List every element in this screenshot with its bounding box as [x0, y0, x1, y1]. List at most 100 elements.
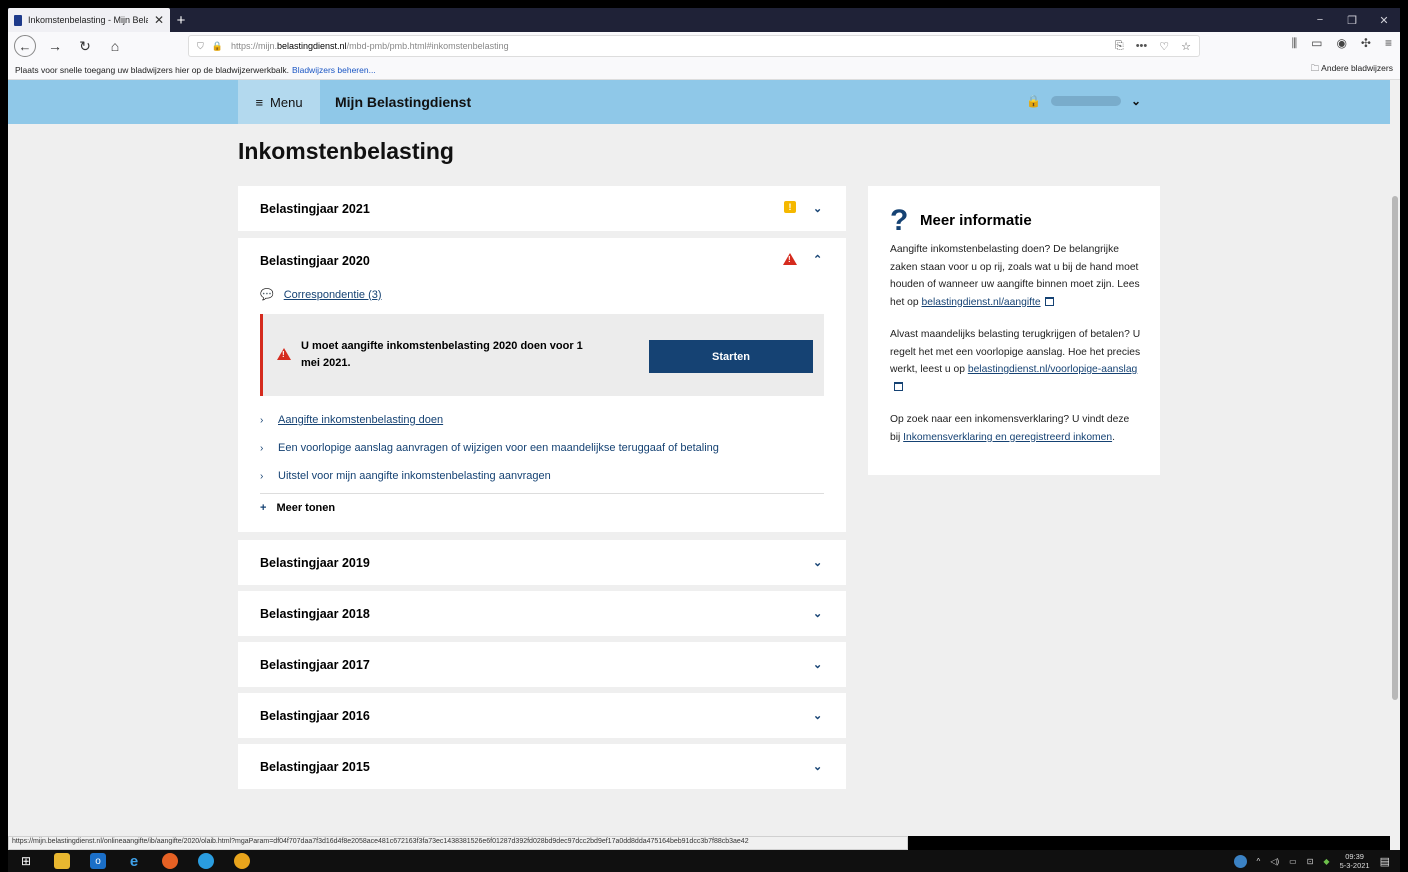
page-title: Inkomstenbelasting: [238, 138, 454, 164]
page-scrollbar[interactable]: [1390, 80, 1400, 850]
new-tab-button[interactable]: +: [170, 8, 192, 32]
tab-close-icon[interactable]: ✕: [154, 13, 164, 27]
edge-icon[interactable]: [198, 853, 214, 869]
network-icon[interactable]: ⊡: [1307, 857, 1314, 866]
menu-icon: ≡: [255, 94, 264, 110]
user-menu[interactable]: 🔒 ⌄: [1026, 94, 1141, 108]
chevron-up-icon[interactable]: ^: [1257, 857, 1261, 866]
year-label: Belastingjaar 2016: [260, 709, 370, 723]
year-label: Belastingjaar 2015: [260, 760, 370, 774]
action-links: › Aangifte inkomstenbelasting doen › Een…: [260, 406, 824, 490]
windows-taskbar: ⊞ o e ^ ◁) ▭ ⊡ ◆ 09:39 5-3-2021 ▤: [8, 850, 1400, 872]
edge-legacy-icon[interactable]: e: [126, 853, 142, 870]
aangifte-link[interactable]: Aangifte inkomstenbelasting doen: [278, 414, 443, 426]
chat-icon: 💬: [260, 289, 274, 301]
alert-box: ! U moet aangifte inkomstenbelasting 202…: [260, 314, 824, 396]
app-tray-icon[interactable]: ◆: [1323, 857, 1329, 866]
chevron-right-icon: ›: [260, 442, 264, 454]
toolbar-right: ⫼ ▭ ◉ ✣ ≡: [1292, 36, 1392, 51]
list-item: › Aangifte inkomstenbelasting doen: [260, 406, 824, 434]
list-item: › Uitstel voor mijn aangifte inkomstenbe…: [260, 462, 824, 490]
close-window-button[interactable]: ✕: [1368, 8, 1400, 32]
correspondence-row: 💬 Correspondentie (3): [260, 288, 382, 302]
maximize-button[interactable]: ❐: [1336, 8, 1368, 32]
show-more-label: Meer tonen: [276, 502, 336, 514]
address-bar[interactable]: ⛉ 🔒 https://mijn.belastingdienst.nl/mbd-…: [188, 35, 1200, 57]
show-more-button[interactable]: + Meer tonen: [260, 493, 824, 514]
bookmarks-bar: Plaats voor snelle toegang uw bladwijzer…: [8, 60, 1400, 80]
chevron-down-icon[interactable]: ⌄: [813, 607, 822, 620]
correspondence-link[interactable]: Correspondentie (3): [284, 289, 382, 301]
menu-button[interactable]: ≡ Menu: [238, 80, 320, 124]
help-icon[interactable]: [1233, 854, 1247, 868]
user-name-redacted: [1050, 96, 1121, 106]
outlook-icon[interactable]: o: [90, 853, 106, 869]
inkomensverklaring-link[interactable]: Inkomensverklaring en geregistreerd inko…: [903, 432, 1112, 443]
home-button[interactable]: ⌂: [104, 35, 126, 57]
uitstel-link[interactable]: Uitstel voor mijn aangifte inkomstenbela…: [278, 470, 551, 482]
tab-title: Inkomstenbelasting - Mijn Bela: [28, 15, 148, 25]
plus-icon: +: [260, 502, 267, 514]
year-card-2015[interactable]: Belastingjaar 2015 ⌄: [238, 744, 846, 789]
battery-icon[interactable]: ▭: [1289, 857, 1297, 866]
sidebar-icon[interactable]: ▭: [1311, 36, 1322, 51]
library-icon[interactable]: ⫼: [1292, 36, 1298, 51]
alert-message: U moet aangifte inkomstenbelasting 2020 …: [301, 340, 583, 369]
back-button[interactable]: ←: [14, 35, 36, 57]
bookmark-star-icon[interactable]: ☆: [1181, 40, 1191, 53]
hamburger-menu-icon[interactable]: ≡: [1385, 36, 1392, 51]
pocket-icon[interactable]: ♡: [1159, 40, 1169, 53]
year-card-2018[interactable]: Belastingjaar 2018 ⌄: [238, 591, 846, 636]
voorlopige-aanslag-link[interactable]: Een voorlopige aanslag aanvragen of wijz…: [278, 442, 719, 454]
reload-button[interactable]: ↻: [74, 35, 96, 57]
year-card-2021[interactable]: Belastingjaar 2021 ! ⌄: [238, 186, 846, 231]
lock-icon: 🔒: [211, 40, 223, 51]
chevron-down-icon[interactable]: ⌄: [813, 760, 822, 773]
volume-icon[interactable]: ◁): [1270, 857, 1279, 866]
system-tray: ^ ◁) ▭ ⊡ ◆ 09:39 5-3-2021 ▤: [1233, 852, 1390, 870]
browser-tab-bar: Inkomstenbelasting - Mijn Bela ✕ + − ❐ ✕: [8, 8, 1400, 32]
year-label: Belastingjaar 2019: [260, 556, 370, 570]
chevron-down-icon[interactable]: ⌄: [813, 202, 822, 215]
lock-icon: 🔒: [1026, 94, 1041, 108]
chevron-right-icon: ›: [260, 414, 264, 426]
start-button[interactable]: Starten: [649, 340, 813, 373]
page-actions-icon[interactable]: •••: [1136, 40, 1148, 53]
window-controls: − ❐ ✕: [1304, 8, 1400, 32]
year-card-2019[interactable]: Belastingjaar 2019 ⌄: [238, 540, 846, 585]
site-brand[interactable]: Mijn Belastingdienst: [335, 94, 471, 110]
firefox-icon[interactable]: [162, 853, 178, 869]
chrome-icon[interactable]: [234, 853, 250, 869]
list-item: › Een voorlopige aanslag aanvragen of wi…: [260, 434, 824, 462]
file-explorer-icon[interactable]: [54, 853, 70, 869]
manage-bookmarks-link[interactable]: Bladwijzers beheren...: [292, 65, 376, 75]
clock[interactable]: 09:39 5-3-2021: [1340, 852, 1370, 870]
aangifte-info-link[interactable]: belastingdienst.nl/aangifte: [922, 297, 1041, 308]
forward-button[interactable]: →: [44, 35, 66, 57]
shield-icon: ⛉: [197, 40, 204, 51]
minimize-button[interactable]: −: [1304, 8, 1336, 32]
page-content: ≡ Menu Mijn Belastingdienst 🔒 ⌄ Inkomste…: [8, 80, 1390, 836]
chevron-down-icon[interactable]: ⌄: [813, 556, 822, 569]
browser-tab[interactable]: Inkomstenbelasting - Mijn Bela ✕: [8, 8, 170, 32]
notifications-icon[interactable]: ▤: [1380, 855, 1390, 868]
voorlopige-aanslag-info-link[interactable]: belastingdienst.nl/voorlopige-aanslag: [968, 364, 1137, 375]
chevron-down-icon[interactable]: ⌄: [813, 658, 822, 671]
other-bookmarks[interactable]: 🗀 Andere bladwijzers: [1311, 63, 1393, 77]
menu-label: Menu: [270, 94, 303, 110]
url-text: https://mijn.belastingdienst.nl/mbd-pmb/…: [230, 41, 509, 51]
alert-icon: !: [783, 253, 797, 265]
external-link-icon: [894, 381, 903, 391]
info-paragraph: Alvast maandelijks belasting terugkrijge…: [890, 326, 1142, 396]
bookmarks-hint: Plaats voor snelle toegang uw bladwijzer…: [15, 64, 290, 75]
scrollbar-thumb[interactable]: [1392, 196, 1398, 700]
year-card-2016[interactable]: Belastingjaar 2016 ⌄: [238, 693, 846, 738]
question-icon: ?: [890, 204, 909, 237]
chevron-down-icon[interactable]: ⌄: [813, 709, 822, 722]
extensions-icon[interactable]: ✣: [1361, 36, 1371, 51]
chevron-up-icon[interactable]: ⌃: [813, 253, 822, 266]
account-icon[interactable]: ◉: [1336, 36, 1346, 51]
reader-view-icon[interactable]: ⎘: [1115, 40, 1124, 53]
windows-start-icon[interactable]: ⊞: [18, 853, 34, 869]
year-card-2017[interactable]: Belastingjaar 2017 ⌄: [238, 642, 846, 687]
